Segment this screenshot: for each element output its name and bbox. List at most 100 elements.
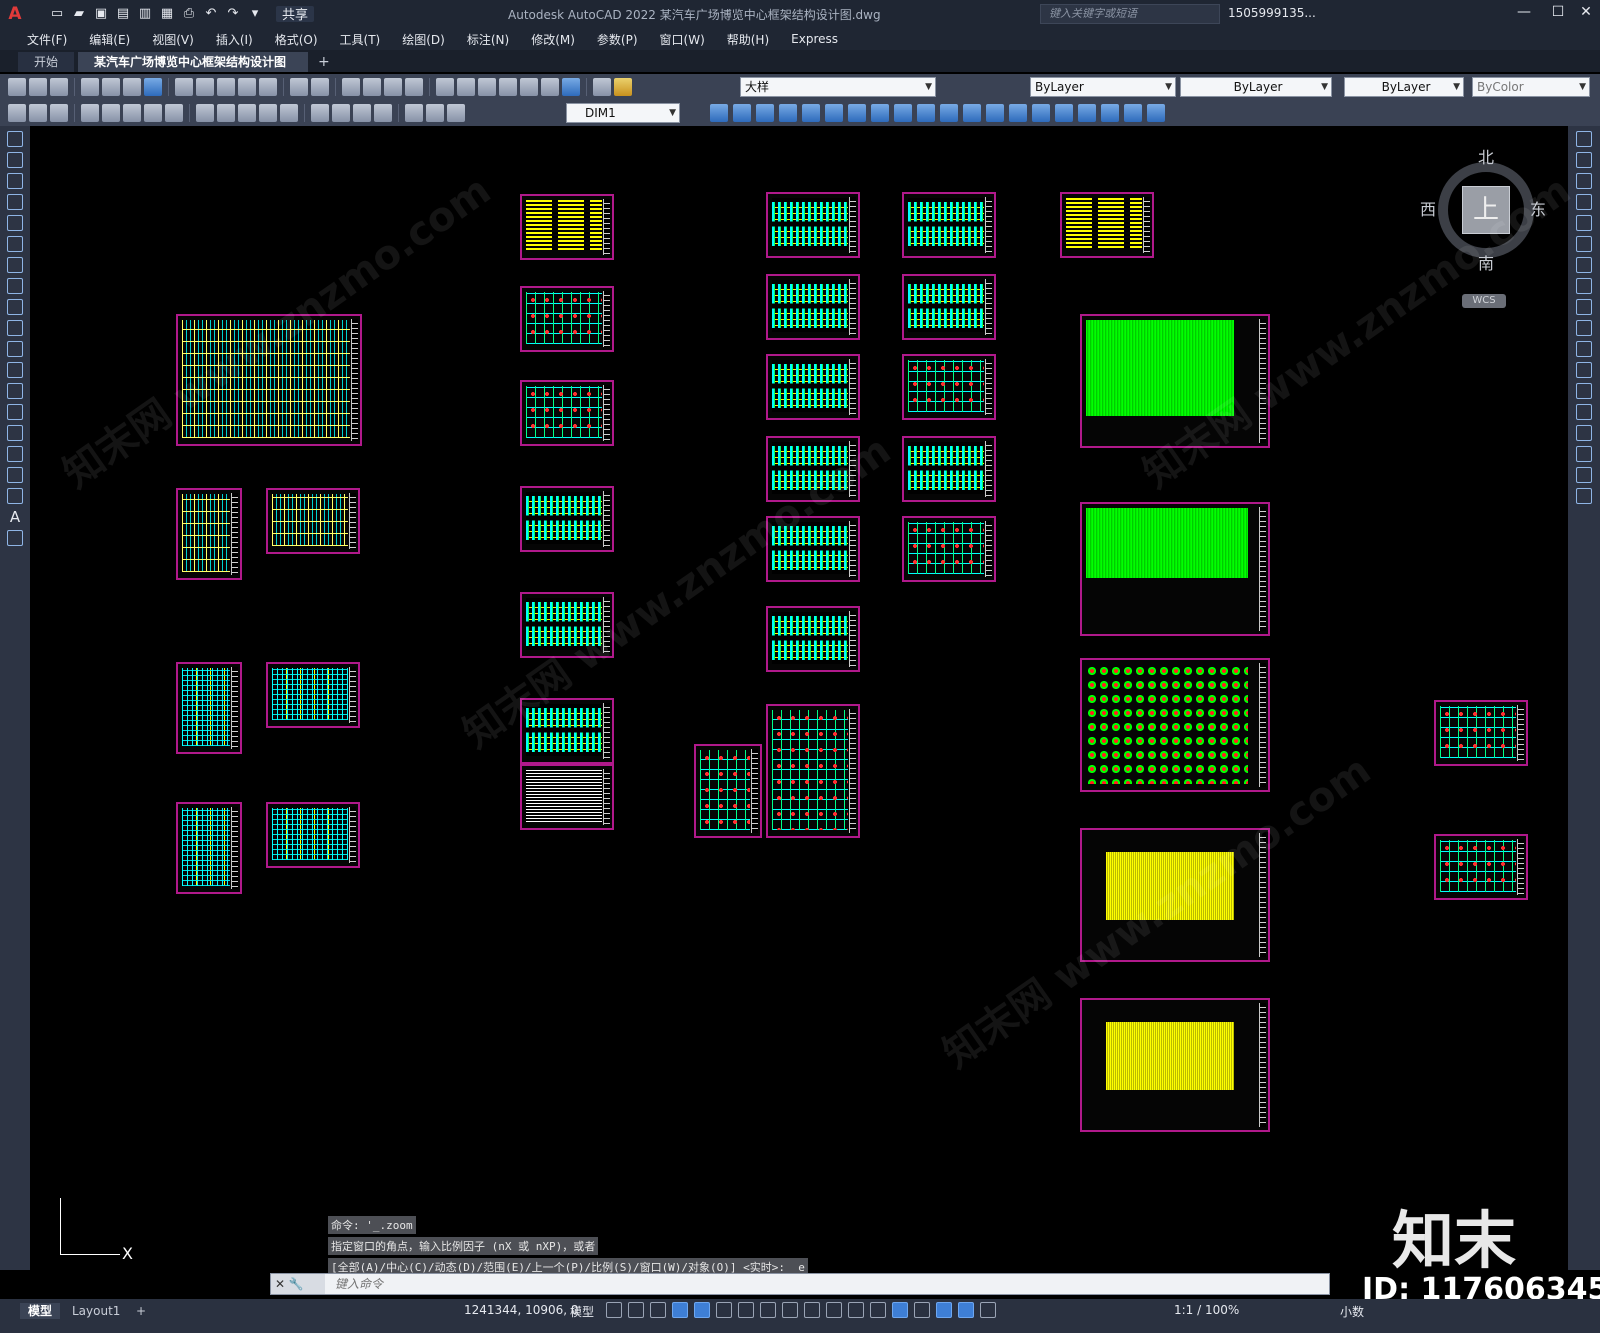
plot-preview-icon[interactable] (102, 78, 120, 96)
drawing-sheet[interactable] (520, 380, 614, 446)
menu-file[interactable]: 文件(F) (16, 31, 78, 48)
tool-palettes-icon[interactable] (478, 78, 496, 96)
menu-draw[interactable]: 绘图(D) (391, 31, 456, 48)
layer-bulb-icon[interactable] (614, 78, 632, 96)
dim-text-edit-icon[interactable] (426, 104, 444, 122)
menu-insert[interactable]: 插入(I) (205, 31, 264, 48)
dynamic-input-icon[interactable] (672, 1302, 688, 1318)
line-icon[interactable] (7, 131, 23, 147)
break-icon[interactable] (963, 104, 981, 122)
drawing-sheet[interactable] (520, 286, 614, 352)
model-space-toggle[interactable]: 模型 (570, 1303, 594, 1320)
ordinate-dim-icon[interactable] (81, 104, 99, 122)
drawing-sheet[interactable] (902, 354, 996, 420)
copy-icon[interactable] (1576, 152, 1592, 168)
ellipse-arc-icon[interactable] (7, 341, 23, 357)
point-icon[interactable] (7, 404, 23, 420)
open-file-icon[interactable]: ▰ (70, 6, 88, 22)
redo-icon[interactable] (311, 78, 329, 96)
design-center-icon[interactable] (457, 78, 475, 96)
drawing-sheet[interactable] (766, 516, 860, 582)
block-insert-icon[interactable] (1078, 104, 1096, 122)
close-button[interactable]: ✕ (1574, 4, 1598, 24)
revision-cloud-icon[interactable] (7, 278, 23, 294)
tolerance-icon[interactable] (311, 104, 329, 122)
table-icon[interactable] (7, 488, 23, 504)
menu-express[interactable]: Express (780, 32, 849, 46)
chamfer-icon[interactable] (1576, 425, 1592, 441)
copy-icon[interactable] (196, 78, 214, 96)
region-icon[interactable] (7, 467, 23, 483)
drawing-sheet[interactable] (520, 764, 614, 830)
layer-dropdown[interactable]: 大样 ▼ (740, 77, 936, 97)
drawing-sheet[interactable] (694, 744, 762, 838)
menu-dimension[interactable]: 标注(N) (456, 31, 520, 48)
selection-cycling-icon[interactable] (848, 1302, 864, 1318)
rectangle-icon[interactable] (7, 215, 23, 231)
color-dropdown[interactable]: ByLayer ▼ (1030, 77, 1176, 97)
stretch-icon[interactable] (1576, 299, 1592, 315)
zoom-realtime-icon[interactable] (363, 78, 381, 96)
baseline-dim-icon[interactable] (217, 104, 235, 122)
group-icon[interactable] (1101, 104, 1119, 122)
quick-dim-icon[interactable] (196, 104, 214, 122)
fillet-icon[interactable] (1576, 446, 1592, 462)
drawing-sheet[interactable] (766, 436, 860, 502)
open-web-icon[interactable]: ▥ (136, 6, 154, 22)
add-layout-button[interactable]: + (128, 1303, 154, 1319)
break-icon[interactable] (1576, 383, 1592, 399)
center-mark-icon[interactable] (332, 104, 350, 122)
blend-icon[interactable] (1576, 467, 1592, 483)
drawing-sheet[interactable] (176, 802, 242, 894)
dim-space-icon[interactable] (259, 104, 277, 122)
drawing-sheet[interactable] (1060, 192, 1154, 258)
radius-dim-icon[interactable] (102, 104, 120, 122)
dim-break-icon[interactable] (280, 104, 298, 122)
save-web-icon[interactable]: ▦ (158, 6, 176, 22)
dimstyle-dropdown[interactable]: DIM1 ▼ (566, 103, 680, 123)
offset-icon[interactable] (779, 104, 797, 122)
jogged-dim-icon[interactable] (123, 104, 141, 122)
drawing-sheet[interactable] (266, 802, 360, 868)
menu-modify[interactable]: 修改(M) (520, 31, 586, 48)
ortho-icon[interactable] (694, 1302, 710, 1318)
tab-start[interactable]: 开始 (18, 52, 75, 72)
move-icon[interactable] (825, 104, 843, 122)
ellipse-icon[interactable] (7, 320, 23, 336)
calculator-icon[interactable] (541, 78, 559, 96)
annotation-visibility-icon[interactable] (958, 1302, 974, 1318)
insert-block-icon[interactable] (7, 362, 23, 378)
user-account[interactable]: 1505999135... (1228, 6, 1316, 20)
menu-view[interactable]: 视图(V) (141, 31, 205, 48)
drawing-sheet[interactable] (520, 194, 614, 260)
extend-icon[interactable] (1576, 341, 1592, 357)
join-icon[interactable] (986, 104, 1004, 122)
make-block-icon[interactable] (7, 383, 23, 399)
mirror-icon[interactable] (756, 104, 774, 122)
drawing-sheet[interactable] (902, 516, 996, 582)
annotation-scale[interactable]: 1:1 / 100% (1174, 1303, 1239, 1317)
gradient-icon[interactable] (7, 446, 23, 462)
array-icon[interactable] (1576, 215, 1592, 231)
arc-icon[interactable] (7, 236, 23, 252)
drawing-sheet[interactable] (176, 662, 242, 754)
properties-icon[interactable] (436, 78, 454, 96)
copy-object-icon[interactable] (733, 104, 751, 122)
transparency-icon[interactable] (826, 1302, 842, 1318)
minimize-button[interactable]: — (1512, 4, 1536, 24)
extend-icon[interactable] (940, 104, 958, 122)
wcs-menu[interactable]: WCS (1462, 294, 1506, 308)
dynamic-ucs-icon[interactable] (892, 1302, 908, 1318)
drawing-sheet[interactable] (766, 354, 860, 420)
plot-icon[interactable] (81, 78, 99, 96)
command-line-controls[interactable]: ✕ 🔧 (271, 1274, 325, 1294)
menu-tools[interactable]: 工具(T) (329, 31, 392, 48)
dim-update-icon[interactable] (447, 104, 465, 122)
drawing-sheet[interactable] (1080, 502, 1270, 636)
drawing-sheet[interactable] (1080, 314, 1270, 448)
explode-icon[interactable] (1055, 104, 1073, 122)
explode-icon[interactable] (1576, 488, 1592, 504)
rotate-icon[interactable] (848, 104, 866, 122)
join-icon[interactable] (1576, 404, 1592, 420)
mirror-icon[interactable] (1576, 173, 1592, 189)
